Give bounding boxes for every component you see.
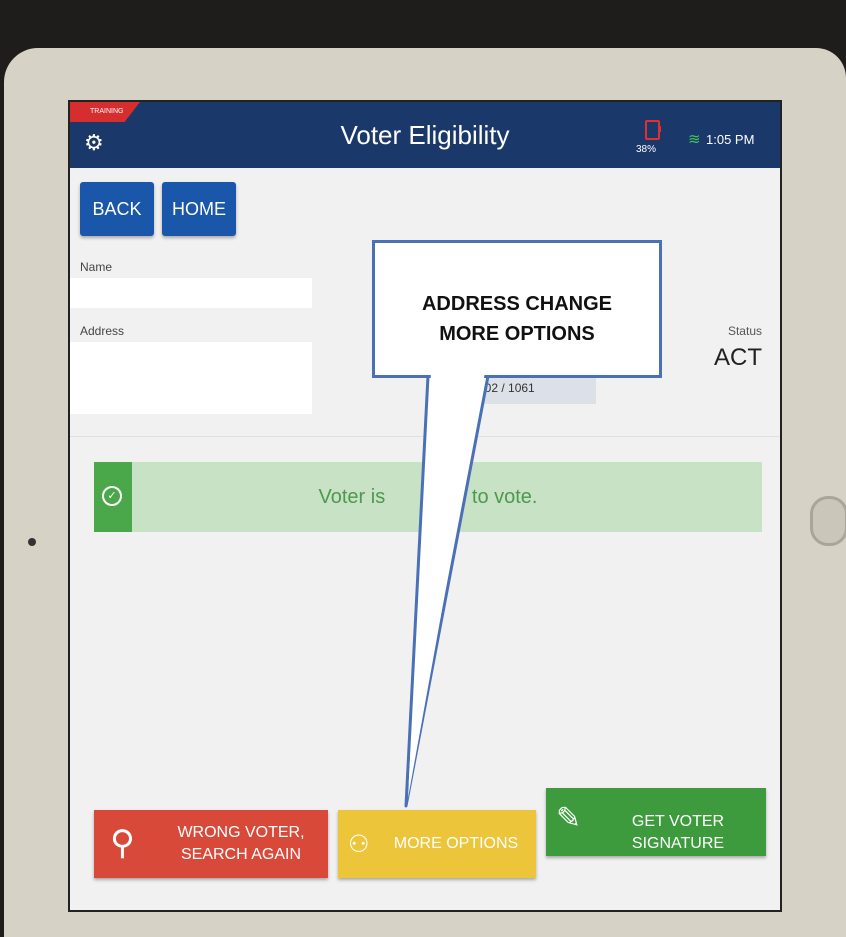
callout-line1: ADDRESS CHANGE xyxy=(421,293,613,315)
callout-pointer xyxy=(404,374,490,808)
callout-line2: MORE OPTIONS xyxy=(439,323,595,345)
callout-box: ADDRESS CHANGE MORE OPTIONS xyxy=(372,240,662,378)
